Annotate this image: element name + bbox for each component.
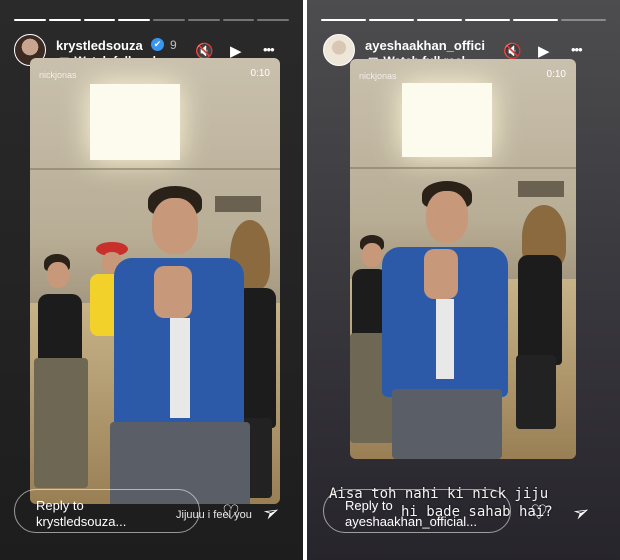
reply-input[interactable]: Reply to krystledsouza... — [14, 489, 200, 533]
progress-segment — [187, 19, 220, 21]
video-watermark: nickjonas — [359, 71, 397, 81]
verified-badge-icon: ✔ — [151, 38, 164, 51]
progress-segment — [222, 19, 255, 21]
ceiling-light — [402, 83, 492, 157]
progress-segment — [14, 19, 46, 21]
progress-segment — [118, 19, 150, 21]
progress-segment — [48, 19, 81, 21]
heart-icon[interactable]: ♡ — [222, 503, 240, 523]
story-username[interactable]: krystledsouza — [56, 38, 143, 53]
reply-placeholder-line2: ayeshaakhan_official... — [345, 514, 478, 529]
story-video[interactable]: nickjonas 0:10 — [30, 58, 280, 504]
story-panel-left: krystledsouza ✔ 9 ▣ Watch full reel › 🔇 … — [0, 0, 303, 560]
progress-segment — [83, 19, 116, 21]
heart-icon[interactable]: ♡ — [530, 503, 548, 523]
story-progress-bar — [321, 19, 606, 21]
send-icon[interactable]: ➢ — [259, 499, 283, 526]
ceiling-light — [90, 84, 180, 160]
progress-segment — [321, 19, 366, 21]
video-watermark: nickjonas — [39, 70, 77, 80]
more-options-icon[interactable]: ••• — [571, 42, 583, 57]
story-progress-bar — [14, 19, 289, 21]
video-timer: 0:10 — [546, 69, 566, 80]
progress-segment — [257, 19, 289, 21]
story-age: 9 — [170, 38, 177, 52]
more-options-icon[interactable]: ••• — [263, 42, 275, 57]
progress-segment — [561, 19, 606, 21]
progress-segment — [153, 19, 185, 21]
story-panel-right: ayeshaakhan_offici ▣ Watch full reel › 🔇… — [307, 0, 620, 560]
progress-segment — [369, 19, 414, 21]
reply-placeholder-line2: krystledsouza... — [36, 514, 127, 529]
progress-segment — [465, 19, 510, 21]
play-icon[interactable]: ▶ — [538, 42, 550, 60]
mute-icon[interactable]: 🔇 — [503, 42, 522, 60]
progress-segment — [513, 19, 558, 21]
progress-segment — [417, 19, 462, 21]
story-username[interactable]: ayeshaakhan_offici — [365, 38, 486, 53]
reply-placeholder-line1: Reply to — [345, 498, 393, 513]
reply-input[interactable]: Reply to ayeshaakhan_official... — [323, 489, 511, 533]
story-caption: Jijuuu i feel you — [176, 509, 252, 521]
story-video[interactable]: nickjonas 0:10 — [350, 59, 576, 459]
send-icon[interactable]: ➢ — [569, 499, 593, 526]
reply-placeholder-line1: Reply to — [36, 498, 84, 513]
video-timer: 0:10 — [250, 68, 270, 79]
